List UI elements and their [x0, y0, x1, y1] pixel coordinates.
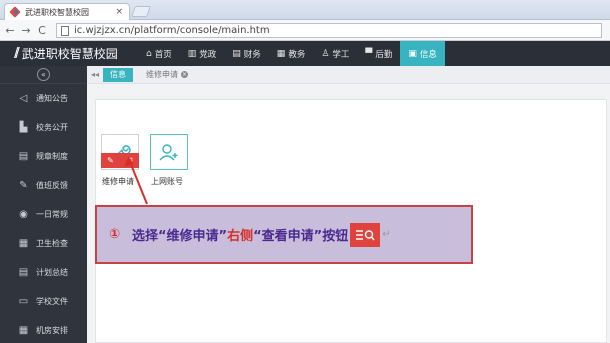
flag-icon: ▀: [365, 48, 373, 59]
folder-icon: ▭: [18, 296, 29, 307]
info-icon: ▣: [408, 48, 417, 59]
tab-label: 维修申请: [146, 70, 178, 79]
sidebar-item-school-files[interactable]: ▭ 学校文件: [0, 287, 87, 316]
close-tab-icon[interactable]: ×: [115, 7, 123, 17]
sidebar-item-label: 卫生检查: [36, 239, 68, 248]
sidebar-item-plans[interactable]: ▤ 计划总结: [0, 258, 87, 287]
sidebar-item-label: 值班反馈: [36, 181, 68, 190]
new-tab-button[interactable]: [130, 6, 152, 17]
sidebar-item-notices[interactable]: ◁ 通知公告: [0, 84, 87, 113]
sidebar-collapse: «: [0, 66, 87, 84]
instruction-callout: ① 选择“维修申请” 右侧 “查看申请”按钮 ↵: [95, 205, 473, 264]
tile-label: 上网账号: [151, 177, 183, 186]
edit-icon: ✎: [19, 180, 28, 191]
tab-info[interactable]: 信息: [103, 67, 133, 82]
wallet-icon: ▤: [232, 48, 241, 59]
browser-tab[interactable]: 武进职校智慧校园 ×: [4, 3, 130, 20]
tabs-back-icon[interactable]: ◂◂: [87, 70, 103, 79]
home-icon: ⌂: [146, 48, 152, 59]
sidebar-item-label: 校务公开: [36, 123, 68, 132]
tab-repair-request[interactable]: 维修申请 ×: [139, 68, 195, 82]
nav-student-affairs[interactable]: ♙ 学工: [313, 41, 357, 66]
document-icon: ▙: [19, 122, 28, 133]
nav-label: 首页: [154, 49, 172, 60]
browser-tab-bar: 武进职校智慧校园 ×: [0, 0, 610, 20]
callout-text-2: 右侧: [227, 229, 254, 244]
site-favicon-icon: [11, 7, 21, 17]
collapse-icon[interactable]: «: [37, 68, 50, 81]
app-tile-network-account[interactable]: [150, 134, 188, 170]
page-tabs: ◂◂ 信息 维修申请 ×: [87, 66, 610, 84]
app-header: // 武进职校智慧校园 ⌂ 首页 ▥ 党政 ▤ 财务 ▦ 教务 ♙ 学工 ▀ 后…: [0, 41, 610, 66]
nav-party-admin[interactable]: ▥ 党政: [180, 41, 225, 66]
user-add-icon: [159, 144, 178, 161]
sidebar-item-daily-routine[interactable]: ◉ 一日常规: [0, 200, 87, 229]
url-text: ic.wjzjzx.cn/platform/console/main.htm: [74, 25, 270, 36]
address-bar: ← → C ic.wjzjzx.cn/platform/console/main…: [0, 20, 610, 41]
sidebar-item-label: 机房安排: [36, 326, 68, 335]
back-arrow-icon[interactable]: ←: [2, 24, 18, 37]
list-icon: ▤: [18, 267, 29, 278]
user-icon: ♙: [321, 48, 330, 59]
step-number: ①: [109, 227, 121, 242]
list-icon: ▤: [18, 151, 29, 162]
sidebar: « ◁ 通知公告 ▙ 校务公开 ▤ 规章制度 ✎ 值班反馈 ◉ 一日常规 ▦ 卫…: [0, 66, 87, 343]
url-input[interactable]: ic.wjzjzx.cn/platform/console/main.htm: [56, 23, 602, 38]
nav-label: 党政: [199, 49, 217, 60]
megaphone-icon: ◁: [19, 93, 28, 104]
logo-icon: //: [14, 46, 20, 61]
close-tab-icon[interactable]: ×: [181, 71, 188, 78]
brand-title: 武进职校智慧校园: [21, 47, 118, 61]
forward-arrow-icon[interactable]: →: [18, 24, 34, 37]
nav-finance[interactable]: ▤ 财务: [224, 41, 269, 66]
nav-logistics[interactable]: ▀ 后勤: [357, 41, 400, 66]
grid-icon: ▦: [18, 325, 29, 336]
sidebar-item-duty-feedback[interactable]: ✎ 值班反馈: [0, 171, 87, 200]
view-request-icon: [350, 222, 381, 247]
view-request-icon[interactable]: ⊡: [126, 156, 133, 165]
return-mark: ↵: [382, 229, 391, 240]
sidebar-item-label: 学校文件: [36, 297, 68, 306]
edit-icon[interactable]: ✎: [107, 156, 114, 165]
building-icon: ▥: [187, 48, 197, 59]
sidebar-item-regulations[interactable]: ▤ 规章制度: [0, 142, 87, 171]
book-icon: ▦: [276, 48, 286, 59]
tab-label: 信息: [110, 70, 126, 79]
checklist-icon: ▦: [18, 238, 29, 249]
sidebar-item-public-affairs[interactable]: ▙ 校务公开: [0, 113, 87, 142]
nav-label: 财务: [243, 49, 261, 60]
tile-actions: ✎ ⊡: [101, 153, 139, 168]
tile-label: 维修申请: [102, 177, 134, 186]
page-icon: [61, 25, 69, 36]
reload-icon[interactable]: C: [34, 24, 50, 37]
nav-label: 信息: [419, 49, 437, 60]
sidebar-item-lab-schedule[interactable]: ▦ 机房安排: [0, 316, 87, 343]
callout-text-3: “查看申请”按钮: [253, 229, 349, 244]
sidebar-item-label: 计划总结: [36, 268, 68, 277]
nav-label: 教务: [288, 49, 306, 60]
nav-academic[interactable]: ▦ 教务: [269, 41, 314, 66]
sidebar-item-label: 通知公告: [36, 94, 68, 103]
sidebar-item-hygiene-check[interactable]: ▦ 卫生检查: [0, 229, 87, 258]
browser-tab-title: 武进职校智慧校园: [25, 7, 89, 17]
top-nav: ⌂ 首页 ▥ 党政 ▤ 财务 ▦ 教务 ♙ 学工 ▀ 后勤 ▣ 信息: [138, 41, 445, 66]
nav-label: 后勤: [375, 49, 393, 60]
nav-label: 学工: [332, 49, 350, 60]
nav-info[interactable]: ▣ 信息: [400, 41, 445, 66]
sidebar-item-label: 一日常规: [36, 210, 68, 219]
nav-home[interactable]: ⌂ 首页: [138, 41, 180, 66]
circle-icon: ◉: [19, 209, 28, 220]
brand[interactable]: // 武进职校智慧校园: [0, 45, 138, 62]
callout-text-1: 选择“维修申请”: [132, 229, 228, 244]
sidebar-item-label: 规章制度: [36, 152, 68, 161]
